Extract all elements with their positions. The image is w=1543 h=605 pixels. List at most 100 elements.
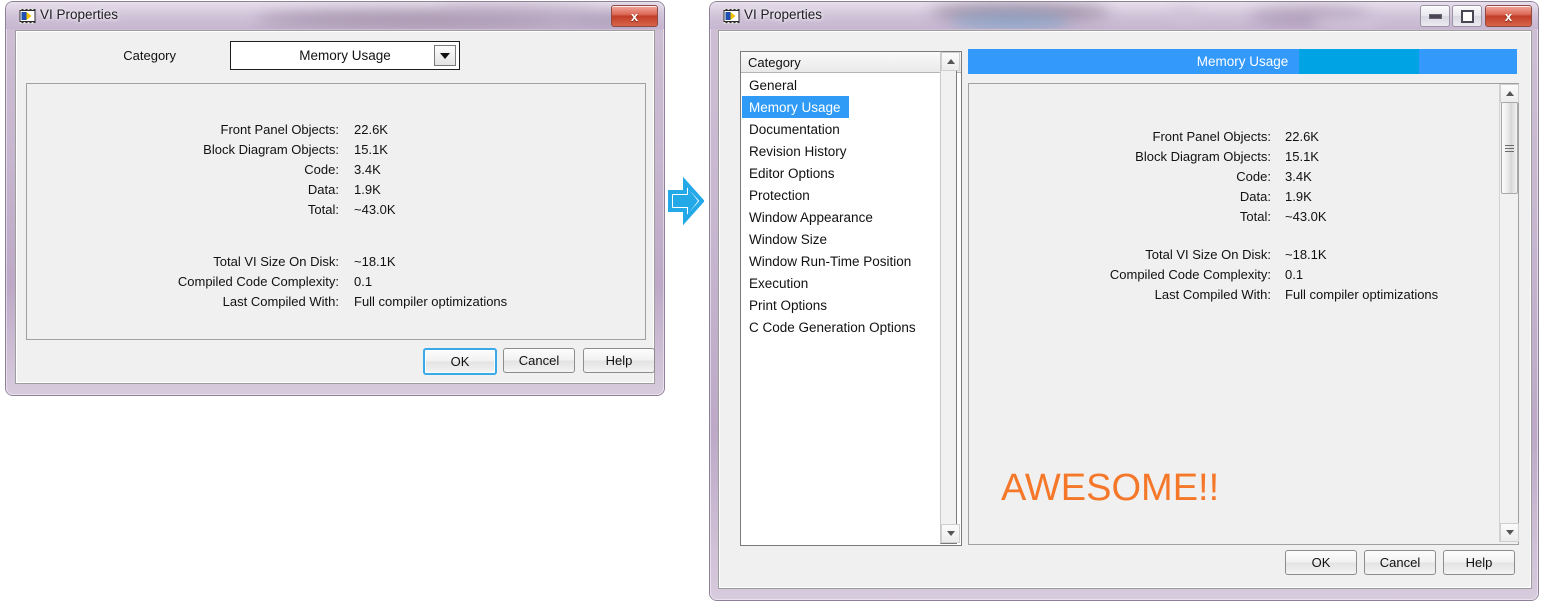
right-cancel-button[interactable]: Cancel [1364,550,1436,575]
close-icon: x [1504,8,1513,24]
category-label: Category [123,48,176,63]
stat-value: ~43.0K [354,202,396,217]
left-dialog-client: Category Memory Usage Front Panel Object… [15,30,655,384]
stat-label: Compiled Code Complexity: [177,274,339,289]
category-list-item[interactable]: Window Run-Time Position [742,250,911,272]
category-list-item[interactable]: Print Options [742,294,827,316]
scrollbar-grip-icon [1505,143,1514,154]
left-title-bar[interactable]: VI Properties x [6,2,664,29]
stat-label: Total: [307,202,339,217]
stat-label: Compiled Code Complexity: [1109,267,1271,282]
labview-vi-icon [723,8,740,24]
stat-label: Code: [1236,169,1271,184]
category-list-item[interactable]: Memory Usage [742,96,849,118]
chevron-down-icon [1505,530,1514,535]
right-maximize-button[interactable] [1452,5,1482,27]
stat-label: Total: [1239,209,1271,224]
stat-value: 0.1 [354,274,373,289]
category-dropdown-button[interactable] [434,45,456,66]
scroll-down-button[interactable] [1500,523,1519,542]
scroll-down-button[interactable] [941,524,960,543]
chevron-up-icon [1505,91,1514,96]
stat-value: 15.1K [354,142,388,157]
left-cancel-label: Cancel [518,353,560,368]
category-list-item[interactable]: Documentation [742,118,840,140]
awesome-annotation: AWESOME!! [1001,467,1220,509]
left-memory-usage-panel: Front Panel Objects: 22.6K Block Diagram O… [26,83,646,340]
chevron-down-icon [946,531,955,536]
stat-label: Block Diagram Objects: [1135,149,1271,164]
left-cancel-button[interactable]: Cancel [503,348,575,373]
stat-value: ~18.1K [354,254,396,269]
left-ok-label: OK [450,354,470,369]
stat-label: Total VI Size On Disk: [1145,247,1271,262]
stat-value: 3.4K [1285,169,1312,184]
right-arrow-icon [668,176,705,226]
category-combobox-value: Memory Usage [299,48,391,63]
stat-value: Full compiler optimizations [1285,287,1439,302]
stat-value: 22.6K [1285,129,1319,144]
stat-value: ~43.0K [1285,209,1327,224]
category-list-item[interactable]: General [742,74,797,96]
stat-label: Data: [1239,189,1271,204]
transition-arrow [668,176,705,226]
right-help-button[interactable]: Help [1443,550,1515,575]
category-list-item[interactable]: C Code Generation Options [742,316,916,338]
stat-value: ~18.1K [1285,247,1327,262]
stat-value: 15.1K [1285,149,1319,164]
stat-value: 1.9K [1285,189,1312,204]
stat-label: Front Panel Objects: [1152,129,1272,144]
right-panel-scrollbar[interactable] [1499,84,1519,542]
titlebar-blur-smudge [1310,16,1380,29]
scroll-up-button[interactable] [1500,84,1519,103]
right-dialog-client: Category General Memory Usage Documentatio… [718,30,1532,589]
scroll-up-button[interactable] [941,52,960,71]
stat-value: 1.9K [354,182,381,197]
category-list-item[interactable]: Window Size [742,228,827,250]
stat-label: Last Compiled With: [222,294,339,309]
close-icon: x [630,8,639,24]
left-vi-properties-window: VI Properties x Category Memory Usage Fr… [6,2,664,395]
right-vi-properties-window: VI Properties x Category General Memory U… [710,2,1538,600]
chevron-up-icon [946,59,955,64]
right-ok-label: OK [1311,555,1331,570]
right-minimize-button[interactable] [1420,5,1450,27]
right-cancel-label: Cancel [1379,555,1421,570]
category-list-item[interactable]: Window Appearance [742,206,873,228]
category-list-item[interactable]: Editor Options [742,162,835,184]
right-title-bar[interactable]: VI Properties x [710,2,1538,29]
chevron-down-icon [440,52,450,59]
right-close-button[interactable]: x [1485,5,1532,27]
category-list-item[interactable]: Execution [742,272,808,294]
category-list-header: Category [741,52,961,73]
left-help-button[interactable]: Help [583,348,655,373]
category-listbox[interactable]: Category General Memory Usage Documentatio… [740,51,962,546]
left-help-label: Help [605,353,633,368]
category-combobox[interactable]: Memory Usage [230,41,460,70]
stat-label: Total VI Size On Disk: [213,254,339,269]
labview-vi-icon [19,8,36,24]
memory-usage-header-bar: Memory Usage [968,49,1517,74]
right-window-title: VI Properties [744,7,823,22]
right-memory-usage-panel: Front Panel Objects: 22.6K Block Diagram O… [968,83,1519,545]
category-list-item[interactable]: Revision History [742,140,847,162]
screenshot-root: VI Properties x Category Memory Usage Fr… [0,0,1543,605]
category-list-scrollbar[interactable] [940,51,960,544]
stat-label: Code: [304,162,339,177]
category-list-item[interactable]: Protection [742,184,810,206]
right-ok-button[interactable]: OK [1285,550,1357,575]
maximize-icon [1453,6,1481,26]
right-help-label: Help [1465,555,1493,570]
stat-label: Front Panel Objects: [220,122,340,137]
scrollbar-thumb[interactable] [1501,102,1518,194]
left-close-button[interactable]: x [611,5,658,27]
left-window-title: VI Properties [40,7,119,22]
stat-value: 3.4K [354,162,381,177]
stat-label: Last Compiled With: [1154,287,1271,302]
stat-label: Data: [307,182,339,197]
minimize-icon [1421,6,1449,26]
memory-usage-header-label: Memory Usage [1196,54,1289,69]
titlebar-blur-smudge [950,14,1070,29]
titlebar-blur-smudge [1170,4,1200,29]
left-ok-button[interactable]: OK [423,348,497,375]
